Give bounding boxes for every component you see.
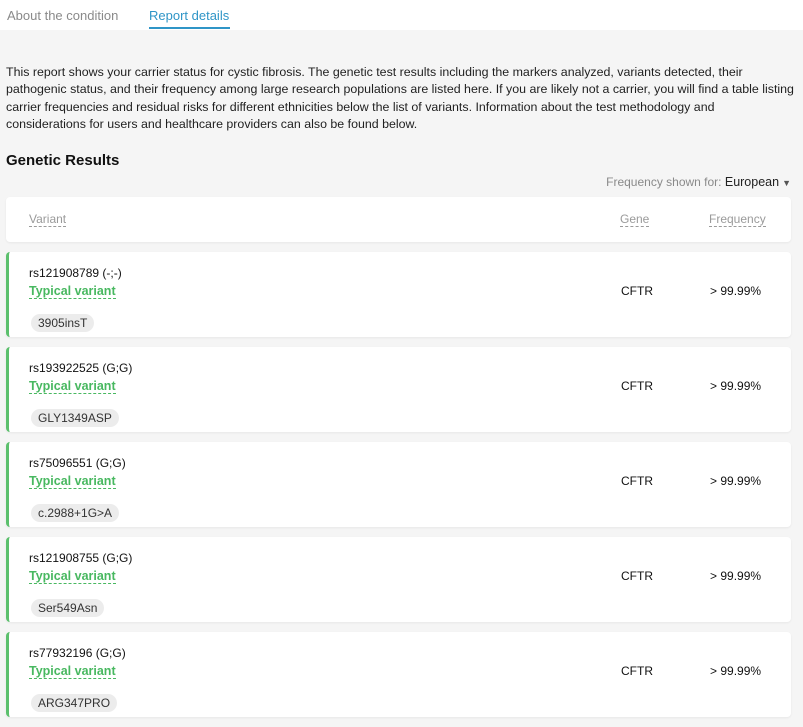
variant-rsid: rs75096551 (G;G) xyxy=(29,456,126,470)
chevron-down-icon: ▼ xyxy=(782,178,791,188)
variant-rsid: rs121908789 (-;-) xyxy=(29,266,122,280)
variant-rsid: rs121908755 (G;G) xyxy=(29,551,133,565)
variant-gene: CFTR xyxy=(621,284,653,298)
variant-row[interactable]: rs121908789 (-;-) Typical variant 3905in… xyxy=(6,252,791,337)
column-header-variant[interactable]: Variant xyxy=(29,213,67,227)
column-header-gene[interactable]: Gene xyxy=(620,213,650,227)
variant-name-badge: Ser549Asn xyxy=(31,599,105,617)
variant-name-badge: ARG347PRO xyxy=(31,694,118,712)
variant-status[interactable]: Typical variant xyxy=(29,379,116,394)
results-table-header: Variant Gene Frequency xyxy=(6,197,791,242)
section-title: Genetic Results xyxy=(6,152,120,169)
frequency-selector[interactable]: Frequency shown for: European ▼ xyxy=(606,175,791,189)
intro-paragraph: This report shows your carrier status fo… xyxy=(6,65,794,132)
variant-frequency: > 99.99% xyxy=(710,379,762,393)
variant-name-badge: GLY1349ASP xyxy=(31,409,119,427)
variant-frequency: > 99.99% xyxy=(710,474,762,488)
variant-gene: CFTR xyxy=(621,474,653,488)
column-header-frequency[interactable]: Frequency xyxy=(709,213,766,227)
frequency-selector-label: Frequency shown for: xyxy=(606,175,722,189)
variant-status[interactable]: Typical variant xyxy=(29,284,116,299)
tab-bar: About the condition Report details xyxy=(0,0,803,30)
variant-name-badge: c.2988+1G>A xyxy=(31,504,120,522)
frequency-selector-value: European xyxy=(724,175,780,189)
variant-gene: CFTR xyxy=(621,664,653,678)
variant-status[interactable]: Typical variant xyxy=(29,474,116,489)
variant-status[interactable]: Typical variant xyxy=(29,569,116,584)
tab-about-the-condition[interactable]: About the condition xyxy=(7,8,118,23)
variant-frequency: > 99.99% xyxy=(710,664,762,678)
variant-name-badge: 3905insT xyxy=(31,314,95,332)
tab-report-details[interactable]: Report details xyxy=(149,8,229,23)
variant-row[interactable]: rs75096551 (G;G) Typical variant c.2988+… xyxy=(6,442,791,527)
variant-rsid: rs77932196 (G;G) xyxy=(29,646,126,660)
variant-rsid: rs193922525 (G;G) xyxy=(29,361,133,375)
variant-frequency: > 99.99% xyxy=(710,284,762,298)
variant-status[interactable]: Typical variant xyxy=(29,664,116,679)
variant-gene: CFTR xyxy=(621,569,653,583)
variant-gene: CFTR xyxy=(621,379,653,393)
active-tab-indicator xyxy=(149,27,230,29)
variant-row[interactable]: rs77932196 (G;G) Typical variant ARG347P… xyxy=(6,632,791,717)
variant-frequency: > 99.99% xyxy=(710,569,762,583)
variant-row[interactable]: rs193922525 (G;G) Typical variant GLY134… xyxy=(6,347,791,432)
variant-row[interactable]: rs121908755 (G;G) Typical variant Ser549… xyxy=(6,537,791,622)
